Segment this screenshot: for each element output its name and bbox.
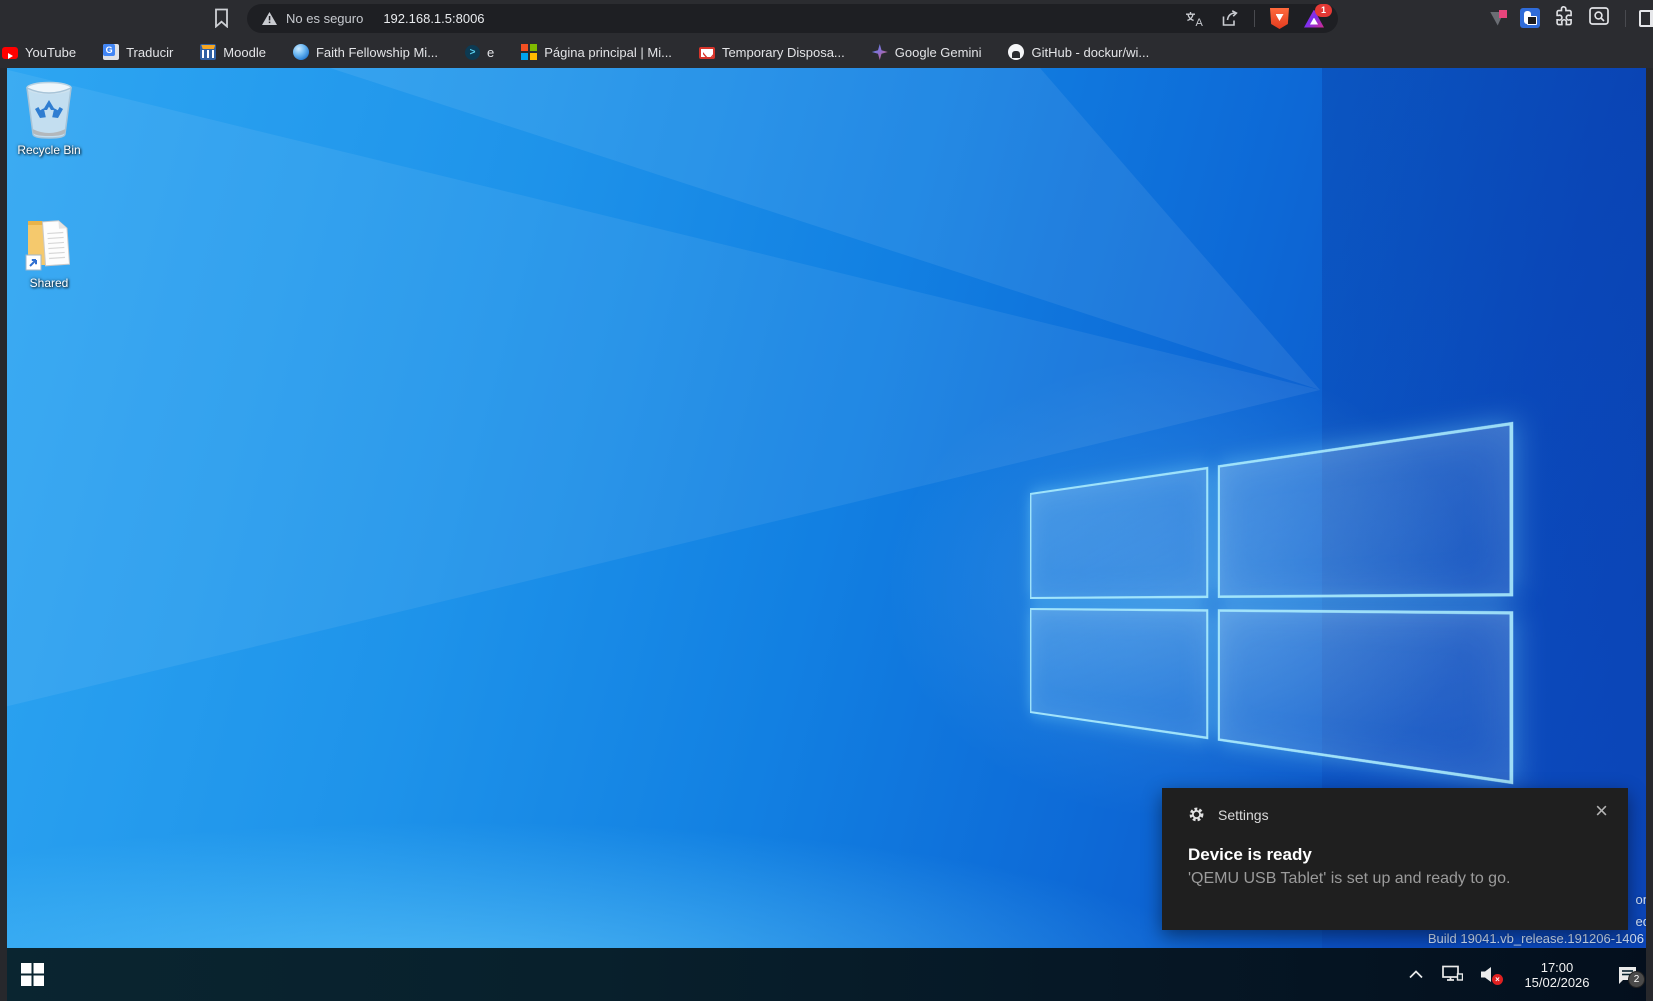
- volume-muted-icon[interactable]: ×: [1480, 966, 1498, 983]
- clock-date: 15/02/2026: [1515, 975, 1599, 990]
- desktop-icon-shared[interactable]: Shared: [5, 213, 93, 290]
- toast-title: Device is ready: [1188, 845, 1602, 865]
- search-page-icon[interactable]: [1588, 5, 1610, 32]
- brave-rewards-icon[interactable]: 1: [1304, 10, 1324, 28]
- clock-time: 17:00: [1515, 960, 1599, 975]
- bookmark-icon[interactable]: [214, 8, 229, 28]
- mail-icon: [699, 47, 715, 59]
- google-translate-icon: [103, 44, 119, 60]
- bookmark-label: Google Gemini: [895, 45, 982, 60]
- windows-logo-pane: [1217, 422, 1513, 598]
- microsoft-icon: [521, 44, 537, 60]
- hidden-icons-chevron[interactable]: [1409, 970, 1423, 979]
- svg-text:A: A: [1196, 17, 1204, 27]
- sidebar-toggle-icon[interactable]: [1639, 10, 1653, 27]
- bookmark-label: Traducir: [126, 45, 173, 60]
- network-icon[interactable]: [1440, 965, 1463, 984]
- toast-message: 'QEMU USB Tablet' is set up and ready to…: [1188, 870, 1602, 888]
- bookmark-label: e: [487, 45, 494, 60]
- toast-app-name: Settings: [1218, 807, 1269, 823]
- windows-desktop: Recycle Bin Shared on ed Build 19041.vb_…: [0, 68, 1653, 948]
- extension-1-icon[interactable]: [1490, 10, 1507, 27]
- bookmark-label: Temporary Disposa...: [722, 45, 845, 60]
- bookmark-google-gemini[interactable]: Google Gemini: [872, 44, 982, 60]
- volume-muted-badge: ×: [1492, 974, 1503, 985]
- bookmark-faith-fellowship[interactable]: Faith Fellowship Mi...: [293, 44, 438, 60]
- bookmark-moodle[interactable]: Moodle: [200, 44, 266, 60]
- terminal-arrow-icon: >: [465, 45, 480, 60]
- extension-toolbar: [1490, 0, 1653, 36]
- shared-folder-icon: [22, 213, 76, 273]
- bookmarks-bar: YouTube Traducir Moodle Faith Fellowship…: [0, 36, 1653, 68]
- moodle-icon: [200, 44, 216, 60]
- recycle-bin-icon: [20, 80, 78, 140]
- bookmark-label: Página principal | Mi...: [544, 45, 672, 60]
- desktop-icon-label: Recycle Bin: [17, 143, 80, 157]
- address-bar[interactable]: No es seguro 192.168.1.5:8006 A 1: [247, 4, 1338, 33]
- action-center-badge: 2: [1628, 971, 1645, 988]
- windows-logo-pane: [1030, 608, 1208, 740]
- bookmark-e[interactable]: > e: [465, 45, 494, 60]
- browser-toolbar: No es seguro 192.168.1.5:8006 A 1: [0, 0, 1653, 36]
- bookmark-pagina-principal[interactable]: Página principal | Mi...: [521, 44, 672, 60]
- github-icon: [1008, 44, 1024, 60]
- windows-logo-wallpaper: [1030, 422, 1513, 784]
- bookmark-youtube[interactable]: YouTube: [2, 45, 76, 60]
- bookmark-label: Moodle: [223, 45, 266, 60]
- notification-toast[interactable]: Settings × Device is ready 'QEMU USB Tab…: [1162, 788, 1628, 930]
- windows-start-icon: [21, 963, 44, 986]
- desktop-icon-recycle-bin[interactable]: Recycle Bin: [5, 80, 93, 157]
- windows-taskbar: × 17:00 15/02/2026 2: [0, 948, 1653, 1001]
- bookmark-temporary-disposable[interactable]: Temporary Disposa...: [699, 45, 845, 60]
- watermark-build-text: Build 19041.vb_release.191206-1406: [1428, 931, 1644, 946]
- globe-icon: [293, 44, 309, 60]
- not-secure-warning-icon: [261, 11, 278, 26]
- gear-icon: [1188, 806, 1205, 823]
- extension-privacy-lock-icon[interactable]: [1520, 8, 1540, 28]
- bookmark-label: GitHub - dockur/wi...: [1031, 45, 1149, 60]
- bookmark-label: YouTube: [25, 45, 76, 60]
- rewards-badge: 1: [1315, 4, 1332, 17]
- extensions-puzzle-icon[interactable]: [1553, 5, 1575, 32]
- bookmark-label: Faith Fellowship Mi...: [316, 45, 438, 60]
- windows-logo-pane: [1030, 467, 1208, 599]
- desktop-icon-label: Shared: [30, 276, 69, 290]
- viewport-edge-left: [0, 68, 7, 1001]
- gemini-sparkle-icon: [872, 44, 888, 60]
- toolbar-divider: [1625, 10, 1626, 27]
- brave-shield-icon[interactable]: [1270, 8, 1289, 29]
- share-icon[interactable]: [1220, 10, 1239, 27]
- translate-icon[interactable]: A: [1185, 11, 1205, 27]
- start-button[interactable]: [0, 948, 64, 1001]
- youtube-icon: [2, 47, 18, 59]
- bookmark-traducir[interactable]: Traducir: [103, 44, 173, 60]
- address-bar-divider: [1254, 10, 1255, 27]
- action-center-icon[interactable]: 2: [1616, 965, 1639, 985]
- viewport-edge-right: [1646, 68, 1653, 1001]
- bookmark-github-dockur[interactable]: GitHub - dockur/wi...: [1008, 44, 1149, 60]
- windows-logo-pane: [1217, 609, 1513, 785]
- url-text[interactable]: 192.168.1.5:8006: [383, 11, 484, 26]
- toast-close-button[interactable]: ×: [1595, 800, 1608, 822]
- security-warning-label[interactable]: No es seguro: [286, 11, 363, 26]
- taskbar-clock[interactable]: 17:00 15/02/2026: [1515, 960, 1599, 990]
- system-tray: × 17:00 15/02/2026 2: [1409, 948, 1639, 1001]
